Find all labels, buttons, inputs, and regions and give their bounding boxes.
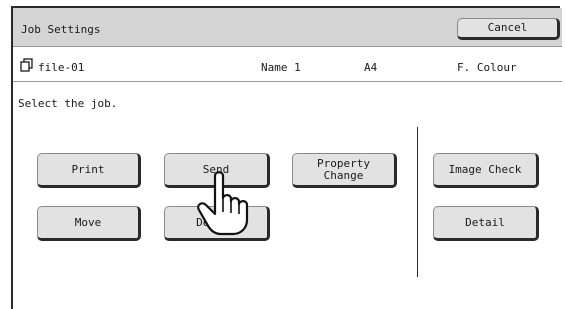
color-mode: F. Colour bbox=[457, 61, 517, 74]
property-change-button[interactable]: Property Change bbox=[292, 153, 397, 188]
screen-title: Job Settings bbox=[21, 23, 101, 36]
document-stack-icon bbox=[20, 58, 33, 72]
file-name: file-01 bbox=[38, 61, 85, 74]
vertical-divider bbox=[417, 127, 418, 277]
image-check-button[interactable]: Image Check bbox=[433, 153, 539, 188]
paper-size: A4 bbox=[364, 61, 378, 74]
cancel-button[interactable]: Cancel bbox=[457, 18, 560, 40]
print-button[interactable]: Print bbox=[37, 153, 141, 188]
instruction-text: Select the job. bbox=[18, 97, 118, 110]
detail-button[interactable]: Detail bbox=[433, 206, 539, 241]
pointing-hand-icon bbox=[197, 171, 249, 236]
file-info-row: file-01 Name 1 A4 F. Colour bbox=[13, 47, 562, 82]
user-name: Name 1 bbox=[261, 61, 301, 74]
move-button[interactable]: Move bbox=[37, 206, 141, 241]
title-bar: Job Settings Cancel bbox=[13, 8, 562, 47]
job-settings-panel: Job Settings Cancel file-01 Name 1 A4 F.… bbox=[11, 6, 562, 309]
